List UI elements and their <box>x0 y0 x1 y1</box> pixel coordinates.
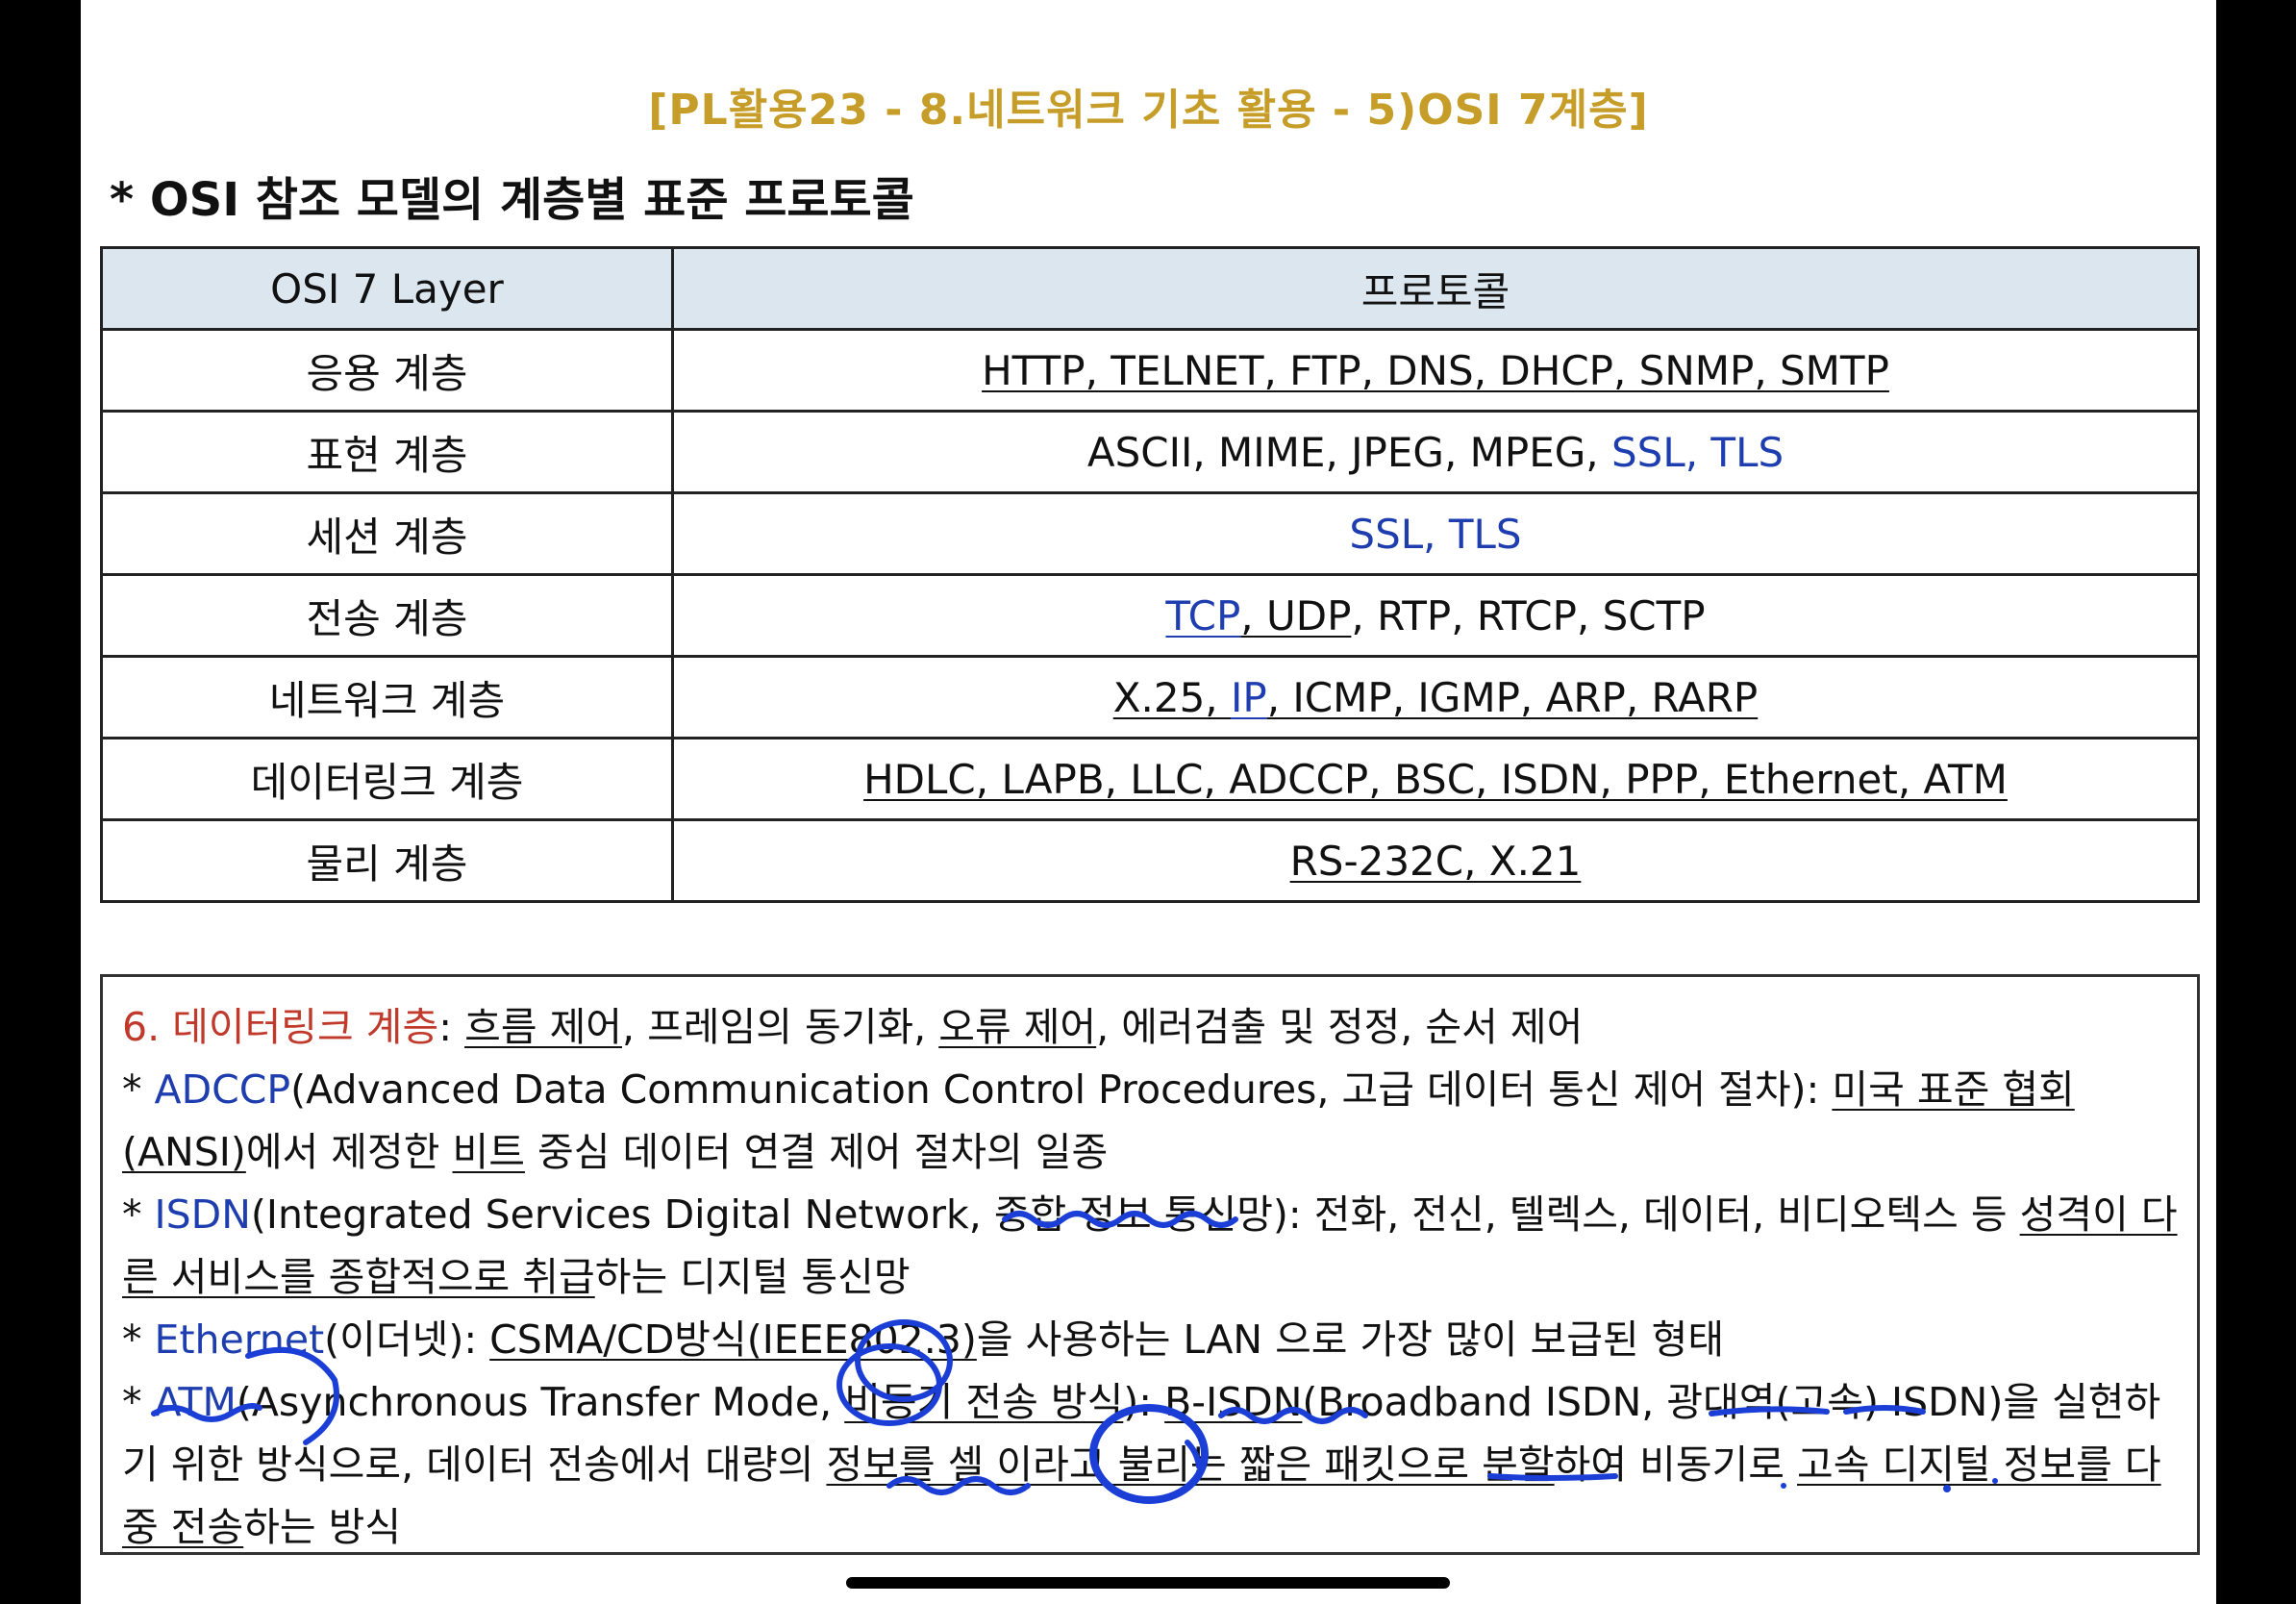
note-term: ATM <box>154 1379 237 1425</box>
notes-box: 6. 데이터링크 계층: 흐름 제어, 프레임의 동기화, 오류 제어, 에러검… <box>100 974 2200 1555</box>
note-text: 하는 방식 <box>243 1504 402 1550</box>
layer-cell: 데이터링크 계층 <box>100 737 674 821</box>
note-text: 흐름 제어 <box>464 1004 623 1050</box>
note-text: 을 사용하는 LAN 으로 가장 많이 보급된 형태 <box>976 1316 1725 1363</box>
layer-cell: 전송 계층 <box>100 573 674 658</box>
bullet-star: * <box>122 1379 155 1425</box>
note-line-ethernet: * Ethernet(이더넷): CSMA/CD방식(IEEE802.3)을 사… <box>122 1309 2178 1371</box>
protocol-cell: HDLC, LAPB, LLC, ADCCP, BSC, ISDN, PPP, … <box>671 737 2200 821</box>
protocol-text: X.25, <box>1112 673 1231 721</box>
bullet-star: * <box>122 1316 155 1363</box>
section-heading: * OSI 참조 모델의 계층별 표준 프로토콜 <box>110 173 914 227</box>
protocol-cell: X.25, IP, ICMP, IGMP, ARP, RARP <box>671 655 2200 739</box>
protocol-cell: SSL, TLS <box>671 491 2200 576</box>
note-line-adccp: * ADCCP(Advanced Data Communication Cont… <box>122 1059 2178 1184</box>
protocol-highlight: TCP <box>1165 591 1241 639</box>
header-cell-protocol: 프로토콜 <box>671 246 2200 331</box>
layer-cell: 응용 계층 <box>100 328 674 413</box>
note-text: ): <box>1123 1379 1165 1425</box>
note-text: 에서 제정한 <box>245 1129 453 1175</box>
note-text: (Asynchronous Transfer Mode, <box>236 1379 845 1425</box>
layer-cell: 표현 계층 <box>100 410 674 494</box>
table-row: 전송 계층 TCP, UDP, RTP, RTCP, SCTP <box>100 573 2200 658</box>
protocol-text: HDLC, LAPB, LLC, ADCCP, BSC, ISDN, PPP, … <box>863 755 2008 803</box>
protocol-cell: RS-232C, X.21 <box>671 818 2200 903</box>
note-text: 오류 제어 <box>938 1004 1097 1050</box>
protocol-text: , RTP, RTCP, SCTP <box>1351 591 1706 639</box>
protocol-highlight: IP <box>1231 673 1267 721</box>
note-text: CSMA/CD방식(IEEE802.3) <box>489 1316 977 1363</box>
layer-cell: 물리 계층 <box>100 818 674 903</box>
protocol-highlight: SSL, TLS <box>1349 510 1522 558</box>
note-text: 하여 비동기로 <box>1554 1441 1798 1488</box>
table-row: 물리 계층 RS-232C, X.21 <box>100 818 2200 903</box>
table-header-row: OSI 7 Layer 프로토콜 <box>100 246 2200 331</box>
protocol-table: OSI 7 Layer 프로토콜 응용 계층 HTTP, TELNET, FTP… <box>100 246 2200 903</box>
note-line-datalink: 6. 데이터링크 계층: 흐름 제어, 프레임의 동기화, 오류 제어, 에러검… <box>122 996 2178 1059</box>
table-row: 세션 계층 SSL, TLS <box>100 491 2200 576</box>
note-text: (이더넷): <box>324 1316 490 1363</box>
home-indicator-bar[interactable] <box>846 1577 1450 1589</box>
note-text: 비동기 전송 방식 <box>844 1379 1124 1425</box>
note-text: 하는 디지털 통신망 <box>594 1254 911 1300</box>
note-text: (Advanced Data Communication Control Pro… <box>290 1066 1833 1113</box>
protocol-text: , ICMP, IGMP, ARP, RARP <box>1266 673 1759 721</box>
note-text: 정보를 셀 이라고 불리는 짧은 패킷으로 분할 <box>826 1441 1555 1488</box>
note-text: 비트 <box>452 1129 525 1175</box>
protocol-cell: HTTP, TELNET, FTP, DNS, DHCP, SNMP, SMTP <box>671 328 2200 413</box>
table-row: 표현 계층 ASCII, MIME, JPEG, MPEG, SSL, TLS <box>100 410 2200 494</box>
layer-cell: 세션 계층 <box>100 491 674 576</box>
table-row: 데이터링크 계층 HDLC, LAPB, LLC, ADCCP, BSC, IS… <box>100 737 2200 821</box>
note-text: , 에러검출 및 정정, 순서 제어 <box>1096 1004 1584 1050</box>
note-text: 중심 데이터 연결 제어 절차의 일종 <box>524 1129 1109 1175</box>
protocol-text: HTTP, TELNET, FTP, DNS, DHCP, SNMP, SMTP <box>982 346 1889 394</box>
note-text: : <box>438 1004 465 1050</box>
note-text: (Integrated Services Digital Network, 종합… <box>250 1191 2020 1238</box>
table-row: 네트워크 계층 X.25, IP, ICMP, IGMP, ARP, RARP <box>100 655 2200 739</box>
protocol-text: ASCII, MIME, JPEG, MPEG, <box>1086 428 1611 476</box>
document-page: [PL활용23 - 8.네트워크 기초 활용 - 5)OSI 7계층] * OS… <box>81 0 2216 1604</box>
note-term: ISDN <box>154 1191 251 1238</box>
note-term: ADCCP <box>154 1066 291 1113</box>
bullet-star: * <box>122 1191 155 1238</box>
note-text: B-ISDN <box>1164 1379 1303 1425</box>
bullet-star: * <box>122 1066 155 1113</box>
note-heading: 6. 데이터링크 계층 <box>122 1004 439 1050</box>
note-line-atm: * ATM(Asynchronous Transfer Mode, 비동기 전송… <box>122 1371 2178 1559</box>
protocol-text: RS-232C, X.21 <box>1289 837 1582 885</box>
note-term: Ethernet <box>154 1316 325 1363</box>
protocol-highlight: SSL, TLS <box>1611 428 1784 476</box>
table-row: 응용 계층 HTTP, TELNET, FTP, DNS, DHCP, SNMP… <box>100 328 2200 413</box>
page-title: [PL활용23 - 8.네트워크 기초 활용 - 5)OSI 7계층] <box>648 86 1649 135</box>
protocol-cell: ASCII, MIME, JPEG, MPEG, SSL, TLS <box>671 410 2200 494</box>
note-text: , 프레임의 동기화, <box>622 1004 939 1050</box>
header-cell-layer: OSI 7 Layer <box>100 246 674 331</box>
protocol-cell: TCP, UDP, RTP, RTCP, SCTP <box>671 573 2200 658</box>
protocol-text: , UDP <box>1240 591 1352 639</box>
note-line-isdn: * ISDN(Integrated Services Digital Netwo… <box>122 1184 2178 1309</box>
layer-cell: 네트워크 계층 <box>100 655 674 739</box>
